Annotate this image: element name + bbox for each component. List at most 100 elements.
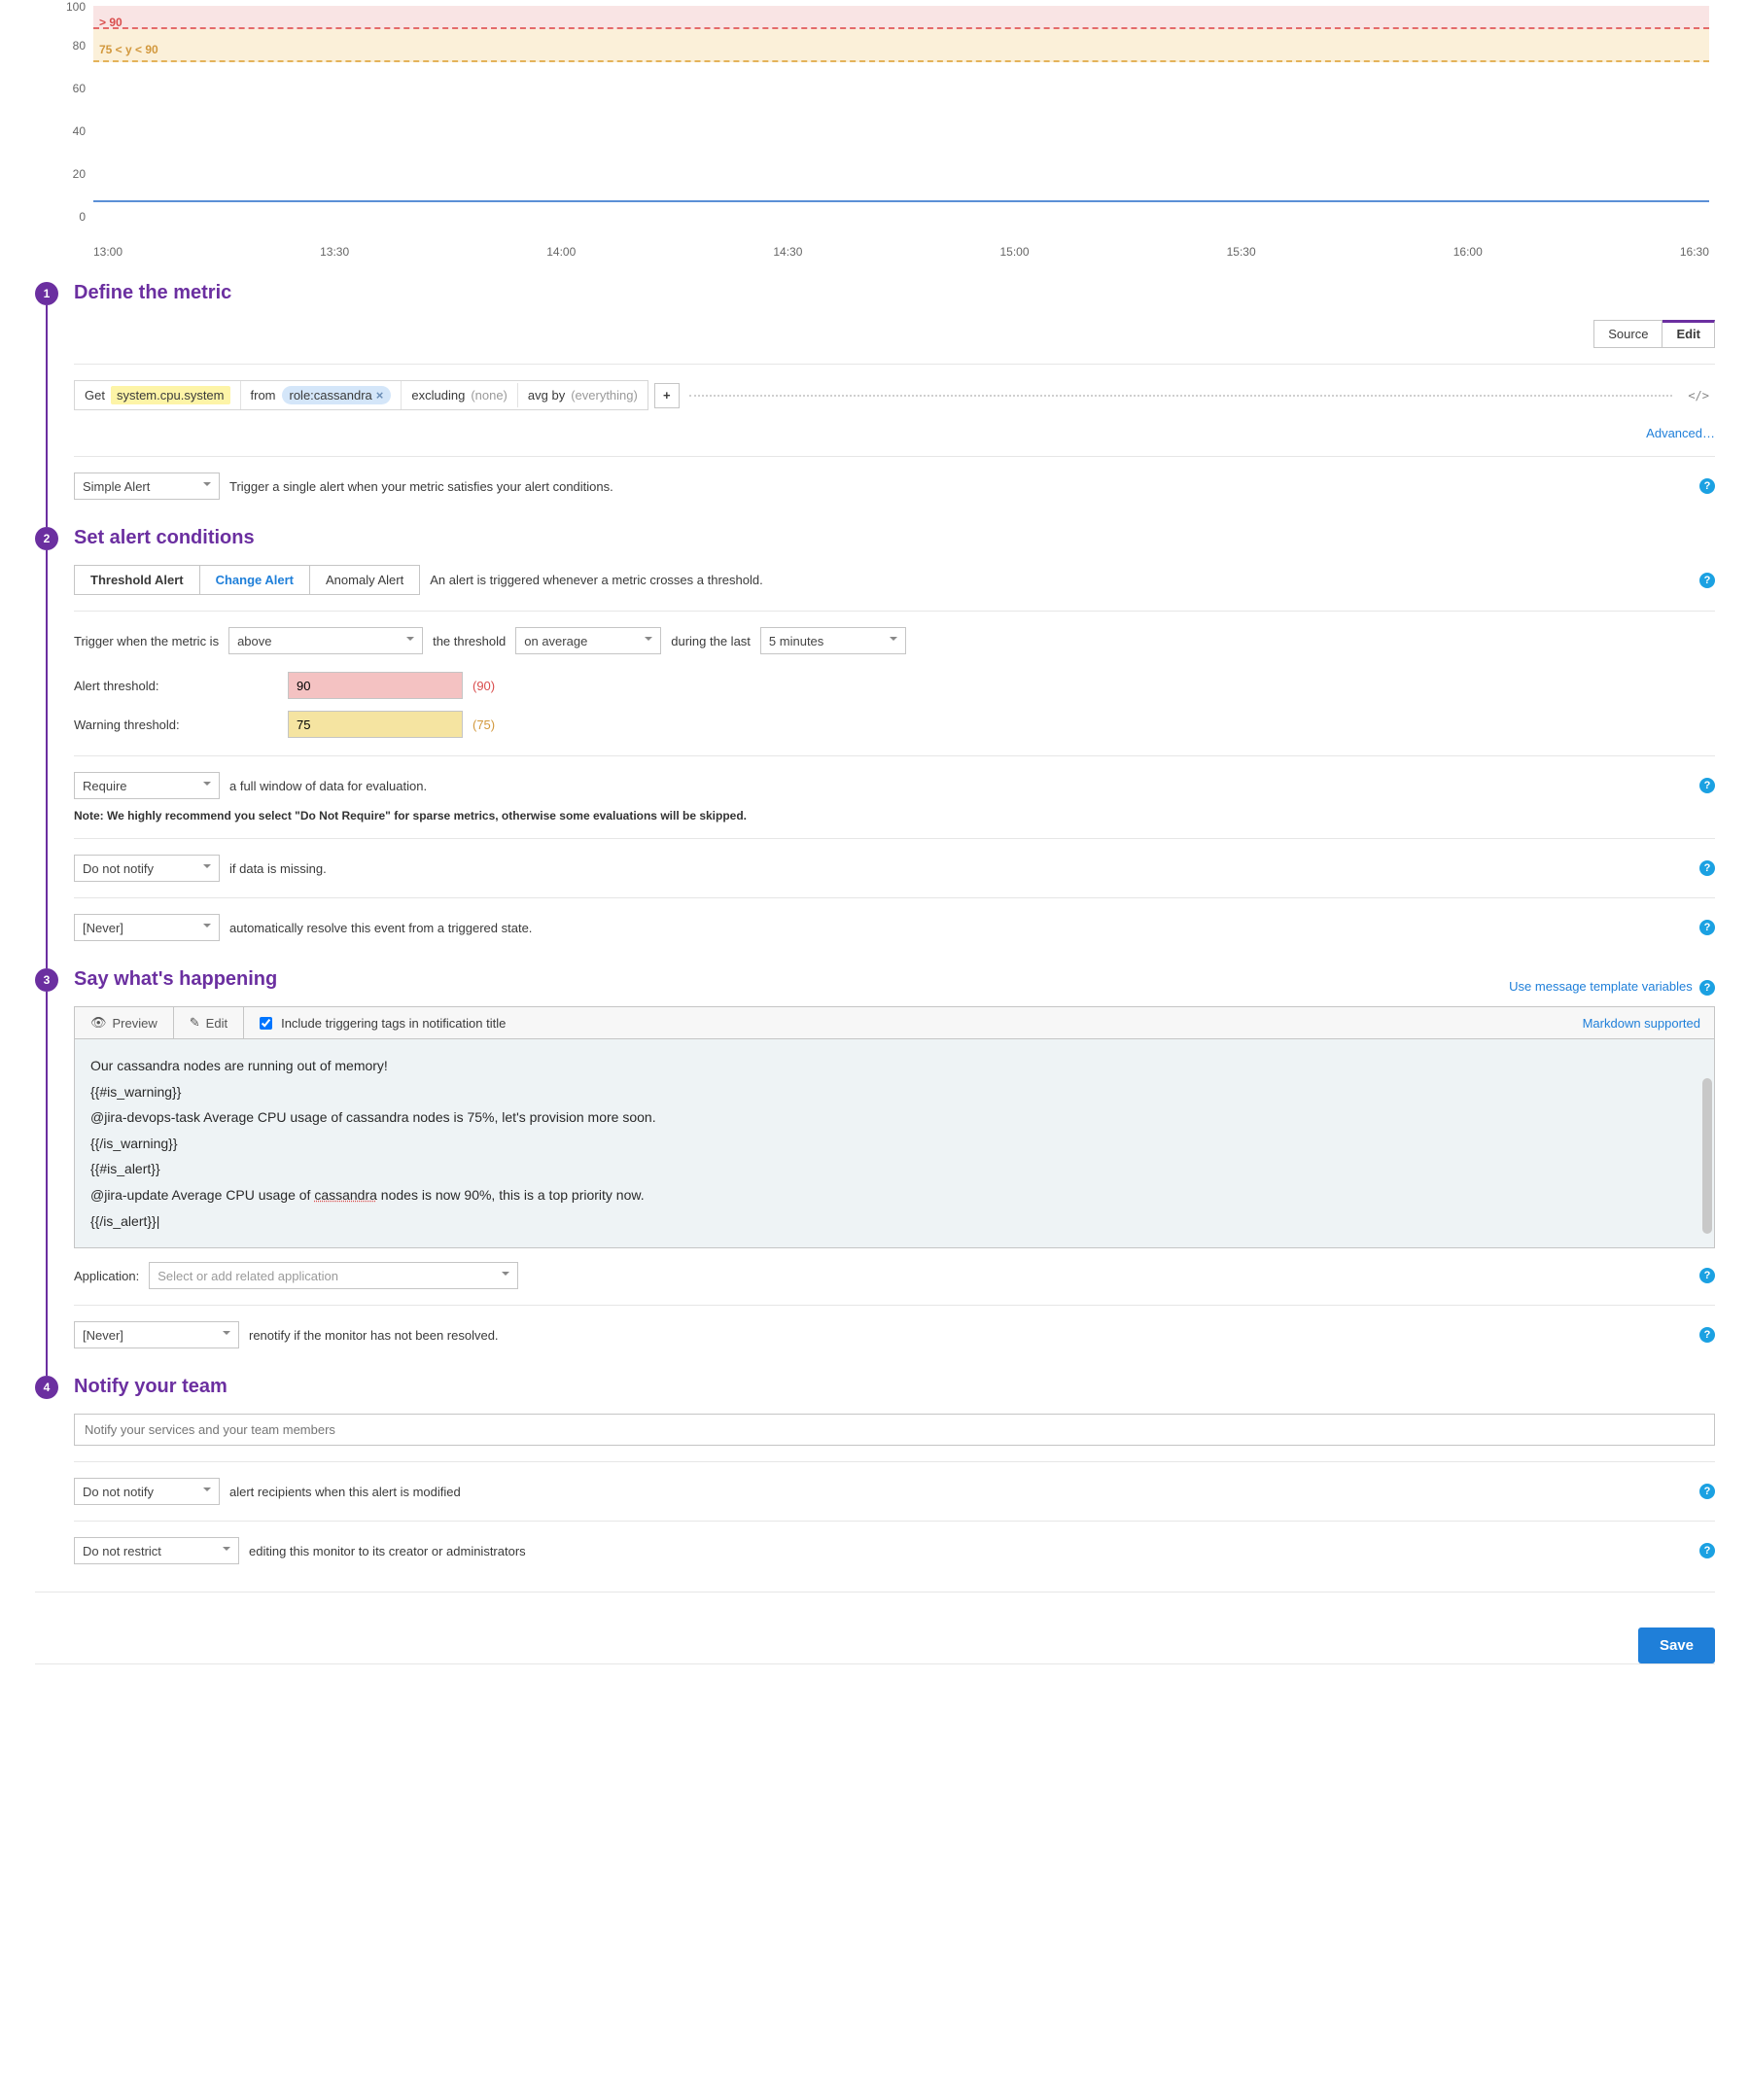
tab-anomaly[interactable]: Anomaly Alert (310, 566, 419, 594)
y-tick: 40 (35, 124, 86, 138)
template-vars-link[interactable]: Use message template variables (1509, 979, 1693, 994)
label-get: Get (85, 388, 105, 402)
require-window-select[interactable]: Require (74, 772, 220, 799)
y-tick: 100 (35, 0, 86, 14)
metric-query[interactable]: Get system.cpu.system from role:cassandr… (74, 380, 648, 410)
message-editor-toolbar: 👁Preview ✎Edit Include triggering tags i… (74, 1006, 1715, 1038)
step-title: Say what's happening (74, 968, 277, 991)
aggregate-value[interactable]: (everything) (571, 388, 638, 402)
y-tick: 60 (35, 82, 86, 95)
advanced-link[interactable]: Advanced… (1646, 426, 1715, 440)
step-title: Set alert conditions (74, 527, 1715, 549)
help-icon[interactable]: ? (1699, 860, 1715, 876)
help-icon[interactable]: ? (1699, 1543, 1715, 1558)
step-number: 2 (35, 527, 58, 550)
tab-change[interactable]: Change Alert (200, 566, 310, 594)
alert-type-select[interactable]: Simple Alert (74, 472, 220, 500)
step-number: 3 (35, 968, 58, 992)
warn-band (93, 29, 1709, 62)
preview-tab[interactable]: 👁Preview (75, 1007, 174, 1038)
help-icon[interactable]: ? (1699, 920, 1715, 935)
code-toggle-icon[interactable]: </> (1682, 388, 1715, 403)
help-icon[interactable]: ? (1699, 778, 1715, 793)
section-define-metric: 1 Define the metric Source Edit Get syst… (35, 282, 1715, 500)
renotify-select[interactable]: [Never] (74, 1321, 239, 1348)
step-title: Notify your team (74, 1376, 1715, 1398)
dotted-rule (689, 395, 1672, 397)
x-tick: 13:30 (320, 245, 349, 259)
alert-threshold-input[interactable] (288, 672, 463, 699)
help-icon[interactable]: ? (1699, 1484, 1715, 1499)
auto-resolve-desc: automatically resolve this event from a … (229, 921, 532, 935)
alert-threshold-label: Alert threshold: (74, 679, 288, 693)
tab-source[interactable]: Source (1593, 320, 1662, 348)
tab-edit[interactable]: Edit (1662, 320, 1715, 348)
message-editor[interactable]: Our cassandra nodes are running out of m… (74, 1038, 1715, 1248)
x-tick: 16:00 (1453, 245, 1483, 259)
alert-band-label: > 90 (99, 16, 122, 29)
x-axis: 13:00 13:30 14:00 14:30 15:00 15:30 16:0… (93, 245, 1709, 259)
section-notify-team: 4 Notify your team Do not notify alert r… (35, 1376, 1715, 1564)
help-icon[interactable]: ? (1699, 1327, 1715, 1343)
add-query-button[interactable]: + (654, 383, 680, 408)
warn-threshold-input[interactable] (288, 711, 463, 738)
step-number: 4 (35, 1376, 58, 1399)
label-aggregate: avg by (528, 388, 565, 402)
save-button[interactable]: Save (1638, 1628, 1715, 1663)
scrollbar-thumb[interactable] (1702, 1078, 1712, 1234)
x-tick: 16:30 (1680, 245, 1709, 259)
missing-data-desc: if data is missing. (229, 861, 327, 876)
x-tick: 13:00 (93, 245, 122, 259)
include-tags-checkbox[interactable]: Include triggering tags in notification … (256, 1014, 506, 1032)
y-tick: 0 (35, 210, 86, 224)
y-tick: 20 (35, 167, 86, 181)
auto-resolve-select[interactable]: [Never] (74, 914, 220, 941)
aggregation-select[interactable]: on average (515, 627, 661, 654)
notify-recipients-input[interactable] (74, 1414, 1715, 1446)
renotify-desc: renotify if the monitor has not been res… (249, 1328, 499, 1343)
excluding-value[interactable]: (none) (471, 388, 508, 402)
include-tags-input[interactable] (260, 1017, 272, 1030)
series-line (93, 200, 1709, 202)
notify-on-modify-select[interactable]: Do not notify (74, 1478, 220, 1505)
help-icon[interactable]: ? (1699, 573, 1715, 588)
section-say-whats-happening: 3 Say what's happening Use message templ… (35, 968, 1715, 1348)
label-during: during the last (671, 634, 751, 648)
alert-band (93, 6, 1709, 29)
label-from: from (251, 388, 276, 402)
trigger-prefix: Trigger when the metric is (74, 634, 219, 648)
remove-tag-icon[interactable]: × (376, 388, 384, 402)
window-select[interactable]: 5 minutes (760, 627, 906, 654)
tag-pill[interactable]: role:cassandra× (282, 386, 392, 404)
notify-on-modify-desc: alert recipients when this alert is modi… (229, 1485, 461, 1499)
application-select[interactable]: Select or add related application (149, 1262, 518, 1289)
x-tick: 15:00 (1000, 245, 1030, 259)
restrict-editing-select[interactable]: Do not restrict (74, 1537, 239, 1564)
metric-chart: > 90 75 < y < 90 100 80 60 40 20 0 13:00… (35, 6, 1715, 259)
pencil-icon: ✎ (190, 1015, 200, 1031)
tab-threshold[interactable]: Threshold Alert (75, 566, 200, 594)
y-tick: 80 (35, 39, 86, 52)
help-icon[interactable]: ? (1699, 980, 1715, 996)
markdown-supported-link[interactable]: Markdown supported (1569, 1016, 1714, 1031)
metric-pill[interactable]: system.cpu.system (111, 386, 230, 404)
section-alert-conditions: 2 Set alert conditions Threshold Alert C… (35, 527, 1715, 941)
warn-band-label: 75 < y < 90 (99, 43, 158, 56)
application-label: Application: (74, 1269, 139, 1283)
missing-data-select[interactable]: Do not notify (74, 855, 220, 882)
help-icon[interactable]: ? (1699, 1268, 1715, 1283)
step-number: 1 (35, 282, 58, 305)
comparator-select[interactable]: above (228, 627, 423, 654)
x-tick: 15:30 (1227, 245, 1256, 259)
alert-type-desc: Trigger a single alert when your metric … (229, 479, 613, 494)
step-title: Define the metric (74, 282, 1715, 304)
x-tick: 14:00 (546, 245, 576, 259)
alert-mode-tabs: Threshold Alert Change Alert Anomaly Ale… (74, 565, 420, 595)
help-icon[interactable]: ? (1699, 478, 1715, 494)
edit-tab[interactable]: ✎Edit (174, 1007, 244, 1038)
require-window-desc: a full window of data for evaluation. (229, 779, 427, 793)
sparse-metrics-note: Note: We highly recommend you select "Do… (74, 809, 1715, 822)
restrict-editing-desc: editing this monitor to its creator or a… (249, 1544, 526, 1558)
warn-threshold-label: Warning threshold: (74, 718, 288, 732)
eye-icon: 👁 (90, 1015, 107, 1031)
